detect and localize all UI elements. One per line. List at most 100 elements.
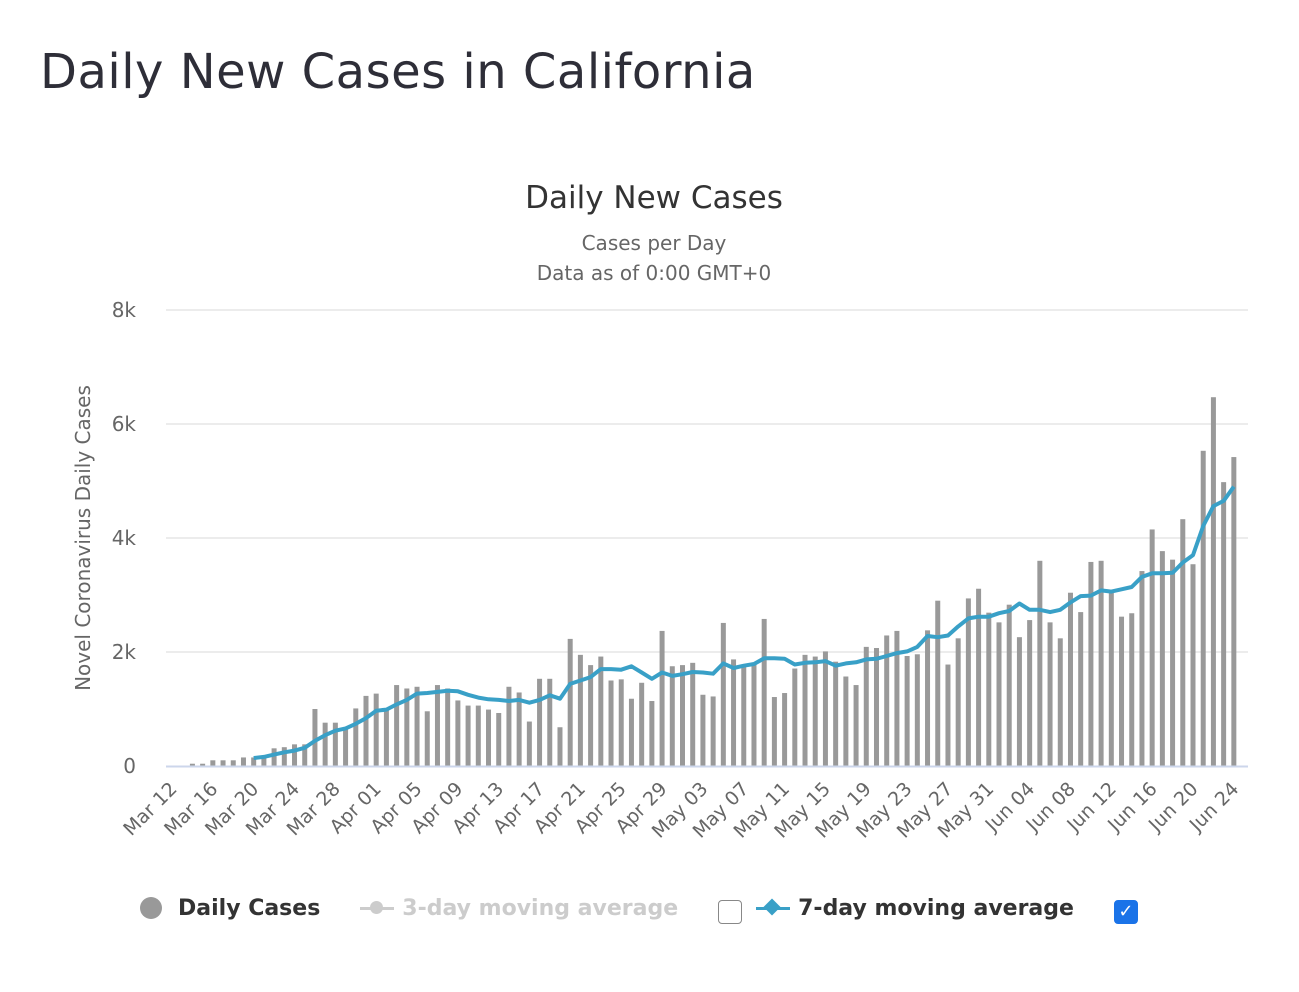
- y-axis-label: Novel Coronavirus Daily Cases: [71, 385, 95, 691]
- bar-daily-cases: [537, 678, 543, 766]
- bar-daily-cases: [516, 692, 522, 766]
- bar-daily-cases: [547, 678, 553, 766]
- legend-label-daily-cases: Daily Cases: [178, 895, 321, 921]
- y-axis-ticks: 0 2k 4k 6k 8k: [112, 298, 137, 778]
- bar-daily-cases: [904, 655, 910, 766]
- bar-daily-cases: [1078, 612, 1084, 766]
- bar-daily-cases: [1006, 604, 1012, 766]
- bar-daily-cases: [771, 697, 777, 766]
- bar-daily-cases: [343, 729, 349, 766]
- legend-item-3-day-average[interactable]: 3-day moving average: [360, 896, 678, 921]
- bar-daily-cases: [486, 709, 492, 766]
- bar-daily-cases: [843, 676, 849, 766]
- bar-daily-cases: [812, 656, 818, 766]
- circle-icon: [140, 897, 162, 919]
- bar-daily-cases: [1159, 551, 1165, 766]
- bar-daily-cases: [914, 654, 920, 766]
- bar-daily-cases: [925, 630, 931, 766]
- bar-daily-cases: [240, 757, 246, 766]
- legend-item-7-day-average[interactable]: 7-day moving average: [756, 896, 1074, 921]
- bar-daily-cases: [1119, 616, 1125, 766]
- y-tick-label: 4k: [112, 526, 137, 550]
- bar-daily-cases: [996, 622, 1002, 766]
- bar-daily-cases: [1180, 519, 1186, 766]
- bar-daily-cases: [394, 685, 400, 766]
- bar-daily-cases: [628, 698, 634, 766]
- bar-daily-cases: [782, 693, 788, 766]
- legend-label-7-day-average: 7-day moving average: [798, 895, 1074, 921]
- bar-daily-cases: [506, 686, 512, 766]
- bar-daily-cases: [649, 701, 655, 766]
- bar-daily-cases: [1139, 571, 1145, 766]
- bar-daily-cases: [833, 661, 839, 766]
- y-tick-label: 6k: [112, 412, 137, 436]
- bar-daily-cases: [720, 622, 726, 766]
- bar-daily-cases: [802, 654, 808, 766]
- bar-daily-cases: [792, 668, 798, 766]
- bar-daily-cases: [700, 694, 706, 766]
- legend-label-3-day-average: 3-day moving average: [402, 895, 679, 921]
- chart-subtitle-line-1: Cases per Day: [582, 231, 727, 255]
- bar-daily-cases: [731, 659, 737, 766]
- chart-subtitle-line-2: Data as of 0:00 GMT+0: [537, 261, 772, 285]
- bar-daily-cases: [741, 666, 747, 766]
- bar-daily-cases: [526, 721, 532, 766]
- bar-daily-cases: [751, 664, 757, 766]
- bar-daily-cases: [1170, 559, 1176, 766]
- bar-daily-cases: [680, 665, 685, 766]
- bar-daily-cases: [608, 680, 614, 766]
- bar-daily-cases: [1200, 450, 1206, 766]
- bar-daily-cases: [1129, 613, 1135, 766]
- bar-daily-cases: [424, 711, 430, 766]
- bar-daily-cases: [312, 709, 318, 766]
- diamond-marker-icon: [756, 897, 791, 919]
- bar-daily-cases: [1221, 482, 1227, 766]
- bar-daily-cases: [383, 710, 389, 766]
- bar-daily-cases: [292, 744, 298, 766]
- bar-daily-cases: [465, 705, 471, 766]
- bar-daily-cases: [434, 685, 440, 766]
- line-marker-icon: [360, 897, 395, 919]
- bar-daily-cases: [863, 646, 869, 766]
- bar-daily-cases: [1027, 620, 1033, 766]
- bar-daily-cases: [1210, 397, 1216, 766]
- bar-daily-cases: [690, 662, 696, 766]
- checkbox-7-day-average[interactable]: ✓: [1113, 900, 1138, 924]
- bar-daily-cases: [445, 688, 451, 766]
- bar-daily-cases: [955, 638, 961, 766]
- bar-daily-cases: [1190, 564, 1196, 766]
- bar-daily-cases: [577, 654, 583, 766]
- bar-daily-cases: [761, 618, 767, 766]
- bar-daily-cases: [873, 648, 879, 766]
- bar-daily-cases: [557, 727, 563, 766]
- y-tick-label: 2k: [112, 640, 137, 664]
- chart-title: Daily New Cases: [525, 180, 783, 216]
- bar-daily-cases: [588, 665, 594, 766]
- bar-daily-cases: [567, 638, 573, 766]
- bar-daily-cases: [455, 700, 461, 766]
- bar-daily-cases: [210, 760, 216, 766]
- legend-item-daily-cases[interactable]: Daily Cases: [140, 896, 320, 921]
- bar-daily-cases: [1047, 622, 1053, 766]
- bar-daily-cases: [363, 695, 369, 766]
- bar-daily-cases: [659, 630, 665, 766]
- y-tick-label: 0: [123, 754, 136, 778]
- bar-daily-cases: [271, 748, 277, 766]
- y-tick-label: 8k: [112, 298, 137, 322]
- bar-daily-cases: [618, 679, 624, 766]
- bar-daily-cases: [475, 705, 481, 766]
- gridlines: [166, 309, 1248, 653]
- checkbox-3-day-average[interactable]: [718, 900, 743, 924]
- bar-daily-cases: [1108, 591, 1114, 766]
- bar-daily-cases: [414, 686, 420, 766]
- bar-daily-cases: [373, 693, 379, 766]
- bar-daily-cases: [1057, 638, 1063, 766]
- bar-daily-cases: [353, 708, 359, 766]
- bar-daily-cases: [322, 722, 328, 766]
- bar-daily-cases: [965, 598, 971, 766]
- bar-daily-cases: [986, 612, 992, 766]
- bar-daily-cases: [945, 664, 951, 766]
- chart: Daily New Cases Cases per Day Data as of…: [71, 180, 1248, 843]
- bar-daily-cases: [1016, 637, 1022, 766]
- bar-daily-cases: [639, 682, 645, 766]
